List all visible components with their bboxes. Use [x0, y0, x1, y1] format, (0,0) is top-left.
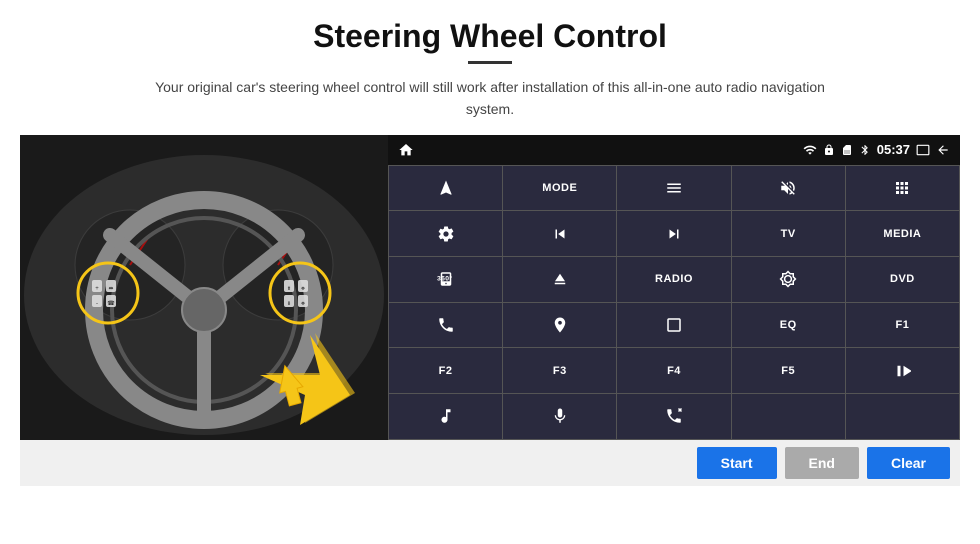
- mode-button[interactable]: MODE: [503, 166, 616, 211]
- control-grid: MODE TV: [388, 165, 960, 440]
- wifi-icon: [803, 143, 817, 157]
- svg-text:❖: ❖: [301, 301, 306, 307]
- f4-button[interactable]: F4: [617, 348, 730, 393]
- f5-button[interactable]: F5: [732, 348, 845, 393]
- home-icon: [398, 142, 414, 158]
- rectangle-button[interactable]: [617, 303, 730, 348]
- back-icon: [936, 143, 950, 157]
- start-button[interactable]: Start: [697, 447, 777, 479]
- bluetooth-icon: [859, 144, 871, 156]
- music-button[interactable]: [389, 394, 502, 439]
- android-panel: 05:37 MODE: [388, 135, 960, 440]
- status-right: 05:37: [803, 142, 950, 157]
- f2-button[interactable]: F2: [389, 348, 502, 393]
- forward-button[interactable]: [617, 211, 730, 256]
- page-subtitle: Your original car's steering wheel contr…: [150, 76, 830, 121]
- svg-text:⬌: ⬌: [108, 286, 113, 292]
- tv-button[interactable]: TV: [732, 211, 845, 256]
- eq-button[interactable]: EQ: [732, 303, 845, 348]
- empty1-button[interactable]: [732, 394, 845, 439]
- svg-text:☎: ☎: [107, 300, 115, 307]
- svg-text:+: +: [95, 286, 99, 292]
- nav-button[interactable]: [389, 166, 502, 211]
- rewind-button[interactable]: [503, 211, 616, 256]
- status-time: 05:37: [877, 142, 910, 157]
- media-button[interactable]: MEDIA: [846, 211, 959, 256]
- compass-button[interactable]: [503, 303, 616, 348]
- end-button[interactable]: End: [785, 447, 859, 479]
- content-row: + ⬌ - ☎ ⬆ ❖ ⬇ ❖: [20, 135, 960, 440]
- playpause-button[interactable]: [846, 348, 959, 393]
- dvd-button[interactable]: DVD: [846, 257, 959, 302]
- f3-button[interactable]: F3: [503, 348, 616, 393]
- empty2-button[interactable]: [846, 394, 959, 439]
- steering-wheel-image: + ⬌ - ☎ ⬆ ❖ ⬇ ❖: [20, 135, 388, 440]
- phone-button[interactable]: [389, 303, 502, 348]
- bottom-bar: Start End Clear: [20, 440, 960, 486]
- radio-button[interactable]: RADIO: [617, 257, 730, 302]
- svg-text:⬆: ⬆: [287, 286, 291, 292]
- status-bar: 05:37: [388, 135, 960, 165]
- menu-button[interactable]: [617, 166, 730, 211]
- lock-icon: [823, 144, 835, 156]
- eject-button[interactable]: [503, 257, 616, 302]
- screen-mirror-icon: [916, 143, 930, 157]
- f1-button[interactable]: F1: [846, 303, 959, 348]
- call-button[interactable]: [617, 394, 730, 439]
- cam360-button[interactable]: 360°: [389, 257, 502, 302]
- title-divider: [468, 61, 512, 64]
- brightness-button[interactable]: [732, 257, 845, 302]
- mute-button[interactable]: [732, 166, 845, 211]
- mic-button[interactable]: [503, 394, 616, 439]
- apps-button[interactable]: [846, 166, 959, 211]
- sim-icon: [841, 144, 853, 156]
- svg-text:❖: ❖: [301, 286, 306, 292]
- settings-button[interactable]: [389, 211, 502, 256]
- clear-button[interactable]: Clear: [867, 447, 950, 479]
- svg-text:-: -: [96, 301, 98, 307]
- page-title: Steering Wheel Control: [313, 18, 667, 55]
- svg-text:⬇: ⬇: [287, 301, 291, 307]
- status-left: [398, 142, 414, 158]
